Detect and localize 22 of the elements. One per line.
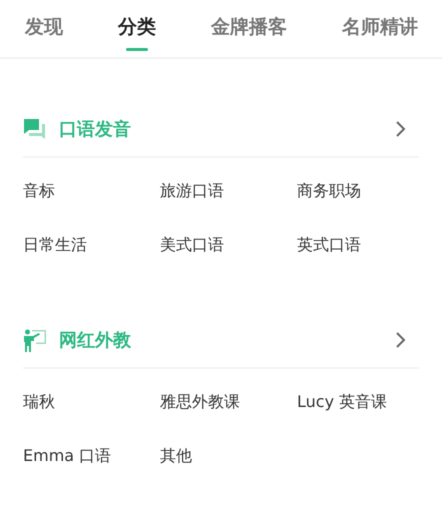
chevron-icon[interactable] xyxy=(395,331,407,349)
tab[interactable]: 名师精讲 xyxy=(342,0,418,57)
section-title: 网红外教 xyxy=(59,329,132,352)
category-link[interactable]: Emma 口语 xyxy=(23,446,112,466)
category-link[interactable]: 雅思外教课 xyxy=(160,392,240,412)
tab-underline xyxy=(126,48,148,51)
category-link[interactable]: 旅游口语 xyxy=(160,180,224,202)
category-link[interactable]: 瑞秋 xyxy=(23,392,55,412)
category-link[interactable]: 音标 xyxy=(23,180,55,202)
category-link[interactable]: 美式口语 xyxy=(160,234,224,256)
category-link[interactable]: 商务职场 xyxy=(297,180,361,202)
teacher-icon xyxy=(23,328,47,352)
chevron-icon[interactable] xyxy=(395,120,407,138)
category-link[interactable]: 其他 xyxy=(160,446,192,466)
category-link[interactable]: 英式口语 xyxy=(297,234,361,256)
section-title: 口语发音 xyxy=(59,118,132,141)
category-link[interactable]: 日常生活 xyxy=(23,234,87,256)
tab[interactable]: 金牌播客 xyxy=(211,0,287,57)
chat-icon xyxy=(23,118,47,140)
tab[interactable]: 发现 xyxy=(25,0,63,57)
category-link[interactable]: Lucy 英音课 xyxy=(297,392,388,412)
tab[interactable]: 分类 xyxy=(118,0,156,57)
